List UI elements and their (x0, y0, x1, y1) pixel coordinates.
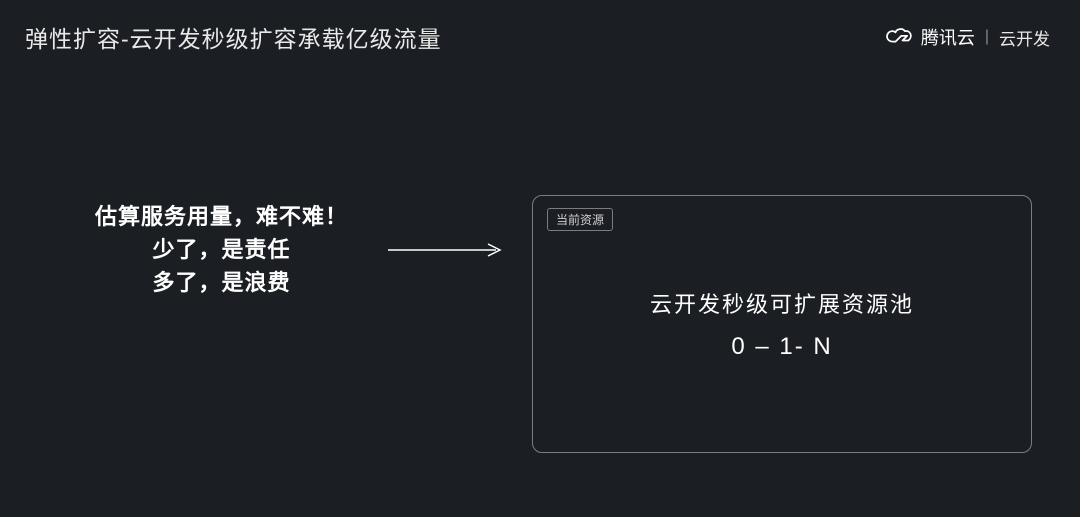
tencent-cloud-icon (885, 26, 913, 48)
arrow-icon (388, 240, 508, 260)
slide-header: 弹性扩容-云开发秒级扩容承载亿级流量 腾讯云 | 云开发 (0, 0, 1080, 54)
left-line-2: 少了，是责任 (95, 233, 348, 266)
panel-body: 云开发秒级可扩展资源池 0 – 1- N (533, 196, 1031, 452)
brand-block: 腾讯云 | 云开发 (885, 24, 1050, 50)
panel-scale: 0 – 1- N (731, 333, 832, 361)
slide-content: 估算服务用量，难不难！ 少了，是责任 多了，是浪费 当前资源 云开发秒级可扩展资… (0, 200, 1080, 299)
brand-divider: | (985, 28, 989, 46)
left-text-block: 估算服务用量，难不难！ 少了，是责任 多了，是浪费 (95, 200, 348, 299)
panel-title: 云开发秒级可扩展资源池 (650, 287, 914, 319)
left-line-3: 多了，是浪费 (95, 266, 348, 299)
left-line-1: 估算服务用量，难不难！ (95, 200, 348, 233)
resource-panel: 当前资源 云开发秒级可扩展资源池 0 – 1- N (532, 195, 1032, 453)
brand-main-text: 腾讯云 (921, 24, 975, 50)
brand-sub-text: 云开发 (999, 25, 1050, 50)
slide-title: 弹性扩容-云开发秒级扩容承载亿级流量 (25, 20, 442, 54)
